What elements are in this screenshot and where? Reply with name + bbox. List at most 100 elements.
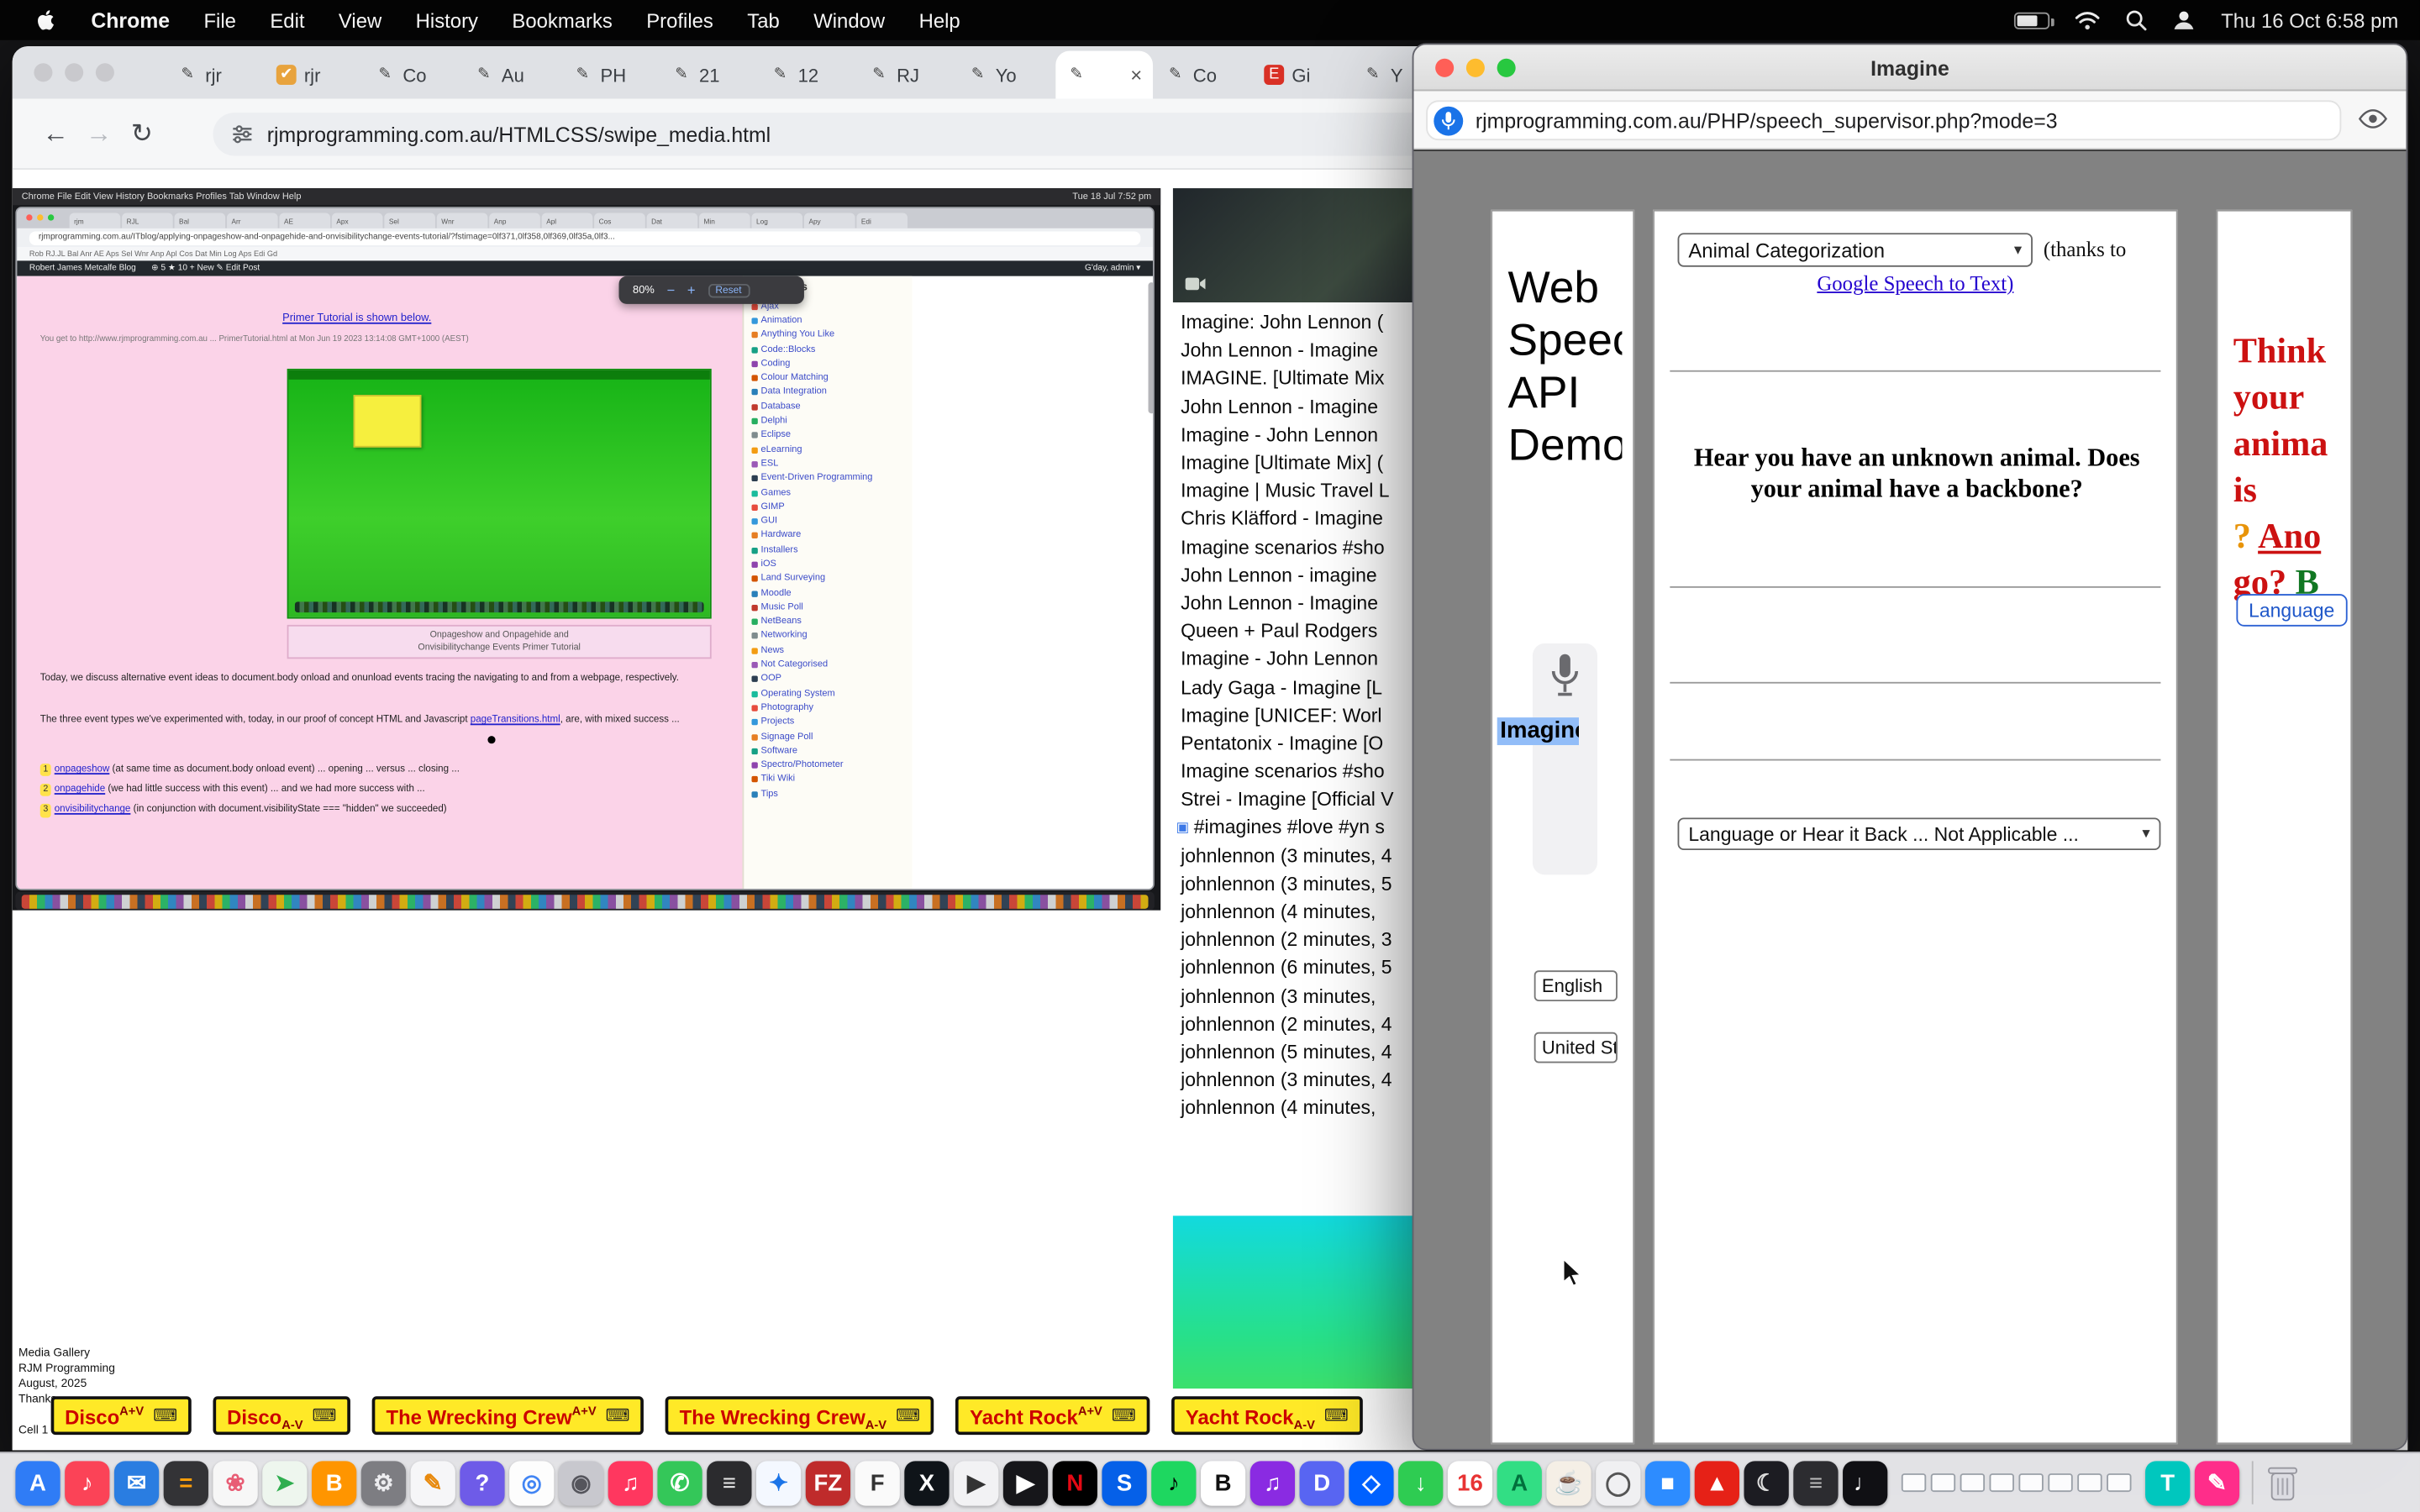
inner-category-link[interactable]: OOP [751, 672, 904, 686]
browser-tab[interactable]: ✎ 12 [760, 51, 857, 99]
browser-tab[interactable]: E Gi [1253, 51, 1350, 99]
browser-tab[interactable]: ✎ rjr [166, 51, 264, 99]
inner-category-link[interactable]: ESL [751, 457, 904, 471]
browser-tab[interactable]: ✎ RJ [858, 51, 955, 99]
media-list-item[interactable]: IMAGINE. [Ultimate Mix [1176, 365, 1427, 392]
dock-app-icon[interactable]: ➤ [262, 1460, 307, 1504]
browser-tab[interactable]: ✎ Yo [957, 51, 1055, 99]
minimized-window-tile[interactable] [1902, 1473, 1926, 1492]
user-switcher-icon[interactable] [2171, 9, 2196, 31]
think-text-segment[interactable]: Think your anima is [2233, 332, 2328, 509]
zoom-window-button[interactable] [96, 63, 114, 81]
menu-item[interactable]: Profiles [646, 8, 713, 32]
media-list-item[interactable]: johnlennon (3 minutes, 4 [1176, 842, 1427, 869]
dock-app-icon[interactable]: ◎ [509, 1460, 554, 1504]
menu-item[interactable]: Window [813, 8, 885, 32]
dock-app-icon[interactable]: ♪ [65, 1460, 109, 1504]
inner-category-link[interactable]: Code::Blocks [751, 343, 904, 357]
dock-app-icon[interactable]: ⚙ [361, 1460, 406, 1504]
dock-app-icon[interactable]: S [1102, 1460, 1146, 1504]
forward-button[interactable]: → [77, 118, 120, 150]
inner-category-link[interactable]: Colour Matching [751, 371, 904, 386]
media-list-item[interactable]: johnlennon (5 minutes, 4 [1176, 1038, 1427, 1066]
dock-app-icon[interactable]: B [1201, 1460, 1245, 1504]
inner-category-link[interactable]: GUI [751, 514, 904, 528]
media-list-item[interactable]: Imagine scenarios #sho [1176, 533, 1427, 561]
minimized-window-tile[interactable] [1960, 1473, 1985, 1492]
close-window-button[interactable] [1435, 59, 1454, 77]
media-list-item[interactable]: johnlennon (4 minutes, [1176, 1095, 1427, 1122]
dock-app-icon[interactable]: ■ [1645, 1460, 1690, 1504]
inner-category-link[interactable]: Projects [751, 716, 904, 730]
zoom-out-button[interactable]: − [666, 282, 675, 297]
browser-tab[interactable]: ✎ Au [463, 51, 560, 99]
united-states-button[interactable]: United States [1534, 1032, 1618, 1063]
category-select[interactable]: Animal Categorization ▾ [1678, 233, 2033, 266]
browser-tab[interactable]: ✎ PH [562, 51, 660, 99]
media-button[interactable]: DiscoA-V⌨ [213, 1396, 351, 1435]
media-list-item[interactable]: Imagine | Music Travel L [1176, 477, 1427, 505]
dock-app-icon[interactable]: 16 [1448, 1460, 1492, 1504]
eye-icon[interactable] [2359, 108, 2388, 130]
inner-category-link[interactable]: Spectro/Photometer [751, 759, 904, 773]
menu-item[interactable]: Help [919, 8, 960, 32]
embedded-screenshot[interactable]: Chrome File Edit View History Bookmarks … [13, 188, 1161, 911]
dock-app-icon[interactable]: A [15, 1460, 60, 1504]
inner-category-link[interactable]: Data Integration [751, 386, 904, 400]
browser-tab[interactable]: ✎ × [1055, 51, 1153, 99]
inner-category-link[interactable]: Networking [751, 629, 904, 643]
minimized-window-tile[interactable] [1990, 1473, 2014, 1492]
inner-scrollbar[interactable] [1149, 282, 1155, 413]
back-button[interactable]: ← [34, 118, 76, 150]
media-list-item[interactable]: johnlennon (4 minutes, [1176, 898, 1427, 926]
inner-category-link[interactable]: Installers [751, 543, 904, 558]
inner-category-link[interactable]: Coding [751, 357, 904, 371]
media-list-item[interactable]: John Lennon - imagine [1176, 561, 1427, 589]
microphone-icon[interactable] [1549, 653, 1581, 699]
media-list-item[interactable]: ▣#imagines #love #yn s [1176, 814, 1427, 842]
menu-item[interactable]: Bookmarks [512, 8, 612, 32]
media-button[interactable]: Yacht RockA+V⌨ [956, 1396, 1150, 1435]
dock-app-icon[interactable]: ☕ [1546, 1460, 1591, 1504]
dock-app-icon[interactable]: ▲ [1695, 1460, 1739, 1504]
dock-app-icon[interactable]: T [2145, 1460, 2190, 1504]
inner-category-link[interactable]: Tips [751, 787, 904, 801]
inner-category-link[interactable]: Music Poll [751, 601, 904, 615]
menu-item[interactable]: View [339, 8, 381, 32]
inner-category-link[interactable]: Delphi [751, 414, 904, 428]
inner-category-link[interactable]: Land Surveying [751, 572, 904, 586]
dock-app-icon[interactable]: ♫ [608, 1460, 653, 1504]
dock-app-icon[interactable]: X [904, 1460, 949, 1504]
menu-item[interactable]: Edit [270, 8, 304, 32]
think-text-segment[interactable]: ? [2233, 517, 2258, 555]
dock-app-icon[interactable]: ≡ [1793, 1460, 1838, 1504]
minimized-window-tile[interactable] [2018, 1473, 2043, 1492]
inner-category-link[interactable]: eLearning [751, 443, 904, 457]
minimized-window-tile[interactable] [2107, 1473, 2131, 1492]
inner-page-transitions-link[interactable]: pageTransitions.html [471, 714, 560, 725]
video-preview-thumbnail[interactable] [1173, 188, 1426, 302]
dock-app-icon[interactable]: ◯ [1596, 1460, 1640, 1504]
media-list-item[interactable]: johnlennon (2 minutes, 3 [1176, 926, 1427, 953]
dock-app-icon[interactable]: ✎ [2195, 1460, 2239, 1504]
media-list-item[interactable]: johnlennon (3 minutes, 5 [1176, 869, 1427, 897]
media-list-item[interactable]: Pentatonix - Imagine [O [1176, 729, 1427, 757]
imagine-title-bar[interactable]: Imagine [1413, 45, 2406, 91]
inner-category-link[interactable]: Not Categorised [751, 658, 904, 672]
reload-button[interactable]: ↻ [120, 118, 163, 150]
inner-category-link[interactable]: Operating System [751, 686, 904, 701]
media-list-item[interactable]: johnlennon (6 minutes, 5 [1176, 954, 1427, 982]
browser-tab[interactable]: ✔ rjr [266, 51, 363, 99]
inner-category-link[interactable]: Anything You Like [751, 328, 904, 342]
menu-item[interactable]: History [416, 8, 478, 32]
language-button[interactable]: Language [2236, 594, 2347, 627]
menu-item[interactable]: File [203, 8, 235, 32]
tab-close-icon[interactable]: × [1130, 63, 1142, 87]
media-button[interactable]: The Wrecking CrewA-V⌨ [666, 1396, 934, 1435]
inner-category-link[interactable]: Games [751, 486, 904, 500]
dock-app-icon[interactable]: ❀ [213, 1460, 257, 1504]
media-list-item[interactable]: Lady Gaga - Imagine [L [1176, 674, 1427, 701]
minimized-window-tile[interactable] [2048, 1473, 2072, 1492]
search-icon[interactable] [2125, 9, 2147, 31]
media-list-item[interactable]: johnlennon (3 minutes, 4 [1176, 1066, 1427, 1094]
